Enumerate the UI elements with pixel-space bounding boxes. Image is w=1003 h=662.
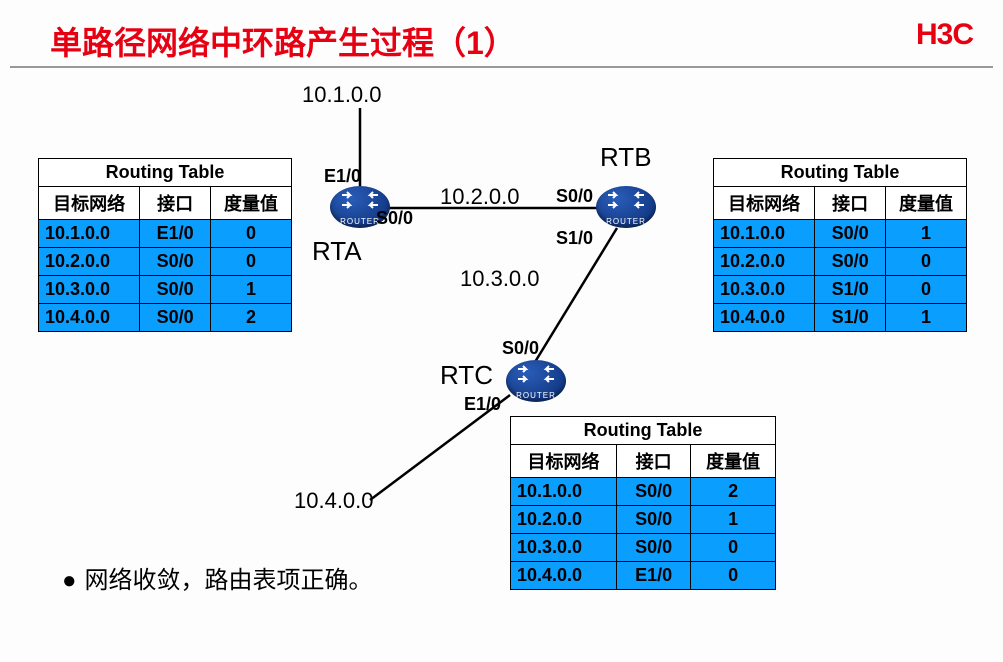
table-row: 10.3.0.0S0/00 [511,534,776,562]
col-dest: 目标网络 [39,187,140,220]
router-caption: ROUTER [506,391,566,400]
net-10-2: 10.2.0.0 [440,184,520,210]
router-icon [340,189,380,211]
net-10-3: 10.3.0.0 [460,266,540,292]
bullet-note: ● 网络收敛，路由表项正确。 [62,560,382,595]
rtb-table-title: Routing Table [714,159,967,187]
table-row: 10.1.0.0S0/02 [511,478,776,506]
table-row: 10.3.0.0S0/01 [39,276,292,304]
router-caption: ROUTER [596,217,656,226]
table-row: 10.1.0.0S0/01 [714,220,967,248]
col-dest: 目标网络 [714,187,815,220]
col-iface: 接口 [140,187,211,220]
col-metric: 度量值 [691,445,776,478]
table-row: 10.4.0.0E1/00 [511,562,776,590]
bullet-dot-icon: ● [62,567,77,594]
table-row: 10.1.0.0E1/00 [39,220,292,248]
net-10-1: 10.1.0.0 [302,82,382,108]
table-row: 10.4.0.0S0/02 [39,304,292,332]
router-icon [606,189,646,211]
rtb-if-s10: S1/0 [556,228,593,249]
col-dest: 目标网络 [511,445,617,478]
router-rtc: ROUTER [506,360,566,402]
router-icon [516,363,556,385]
net-10-4: 10.4.0.0 [294,488,374,514]
col-iface: 接口 [815,187,886,220]
col-metric: 度量值 [886,187,967,220]
table-row: 10.2.0.0S0/00 [714,248,967,276]
router-rtb: ROUTER [596,186,656,228]
table-row: 10.2.0.0S0/00 [39,248,292,276]
rtc-routing-table: Routing Table 目标网络 接口 度量值 10.1.0.0S0/02 … [510,416,776,590]
table-row: 10.4.0.0S1/01 [714,304,967,332]
rtc-table-title: Routing Table [511,417,776,445]
rta-if-e10: E1/0 [324,166,361,187]
rta-if-s00: S0/0 [376,208,413,229]
rta-routing-table: Routing Table 目标网络 接口 度量值 10.1.0.0E1/00 … [38,158,292,332]
col-metric: 度量值 [211,187,292,220]
rtb-label: RTB [600,142,652,173]
rtc-if-e10: E1/0 [464,394,501,415]
table-row: 10.2.0.0S0/01 [511,506,776,534]
rta-label: RTA [312,236,362,267]
rtc-label: RTC [440,360,493,391]
col-iface: 接口 [617,445,691,478]
rtb-routing-table: Routing Table 目标网络 接口 度量值 10.1.0.0S0/01 … [713,158,967,332]
table-row: 10.3.0.0S1/00 [714,276,967,304]
rtc-if-s00: S0/0 [502,338,539,359]
rta-table-title: Routing Table [39,159,292,187]
rtb-if-s00: S0/0 [556,186,593,207]
bullet-text: 网络收敛，路由表项正确。 [85,567,373,594]
